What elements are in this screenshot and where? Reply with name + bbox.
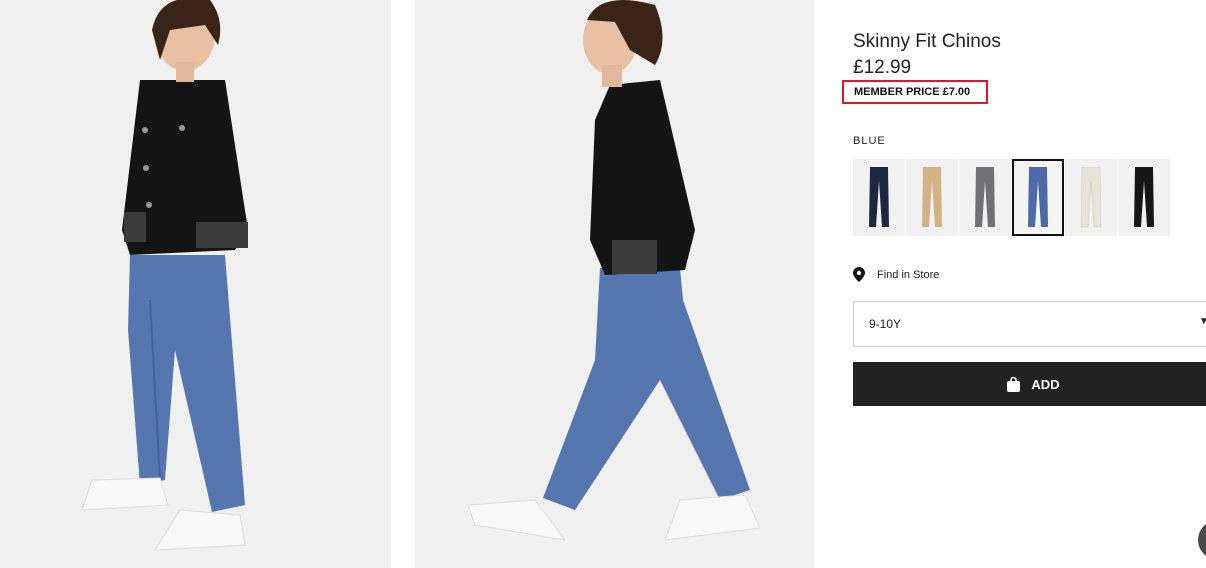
chinos-thumbnail-icon xyxy=(1080,166,1102,227)
chinos-thumbnail-icon xyxy=(975,166,995,227)
swatch-beige[interactable] xyxy=(906,159,958,236)
location-pin-icon xyxy=(853,267,865,282)
chevron-down-icon: ▼ xyxy=(1199,316,1206,327)
chinos-thumbnail-icon xyxy=(1028,166,1048,227)
chinos-thumbnail-icon xyxy=(922,166,942,227)
product-image-side[interactable] xyxy=(415,0,814,568)
product-price: £12.99 xyxy=(853,57,912,78)
chinos-thumbnail-icon xyxy=(1134,166,1154,227)
add-to-bag-label: ADD xyxy=(1031,376,1060,392)
find-in-store-label: Find in Store xyxy=(877,268,940,281)
swatch-navy[interactable] xyxy=(853,159,905,236)
swatch-blue[interactable] xyxy=(1012,159,1064,236)
swatch-cream[interactable] xyxy=(1065,159,1117,236)
size-select[interactable]: 9-10Y ▼ xyxy=(853,301,1206,347)
size-select-value: 9-10Y xyxy=(869,317,902,331)
chat-widget-button[interactable] xyxy=(1198,520,1206,560)
selected-color-label: BLUE xyxy=(853,135,886,147)
product-image-front[interactable] xyxy=(0,0,391,568)
chinos-thumbnail-icon xyxy=(869,166,889,227)
find-in-store-link[interactable]: Find in Store xyxy=(853,267,939,282)
shopping-bag-icon xyxy=(1006,376,1021,392)
model-illustration-front xyxy=(0,0,391,568)
swatch-black[interactable] xyxy=(1118,159,1170,236)
color-swatch-list xyxy=(853,159,1171,236)
add-to-bag-button[interactable]: ADD xyxy=(853,362,1206,406)
model-illustration-side xyxy=(415,0,814,568)
product-title: Skinny Fit Chinos xyxy=(853,31,1001,52)
swatch-grey[interactable] xyxy=(959,159,1011,236)
member-price-badge: MEMBER PRICE £7.00 xyxy=(842,80,988,104)
